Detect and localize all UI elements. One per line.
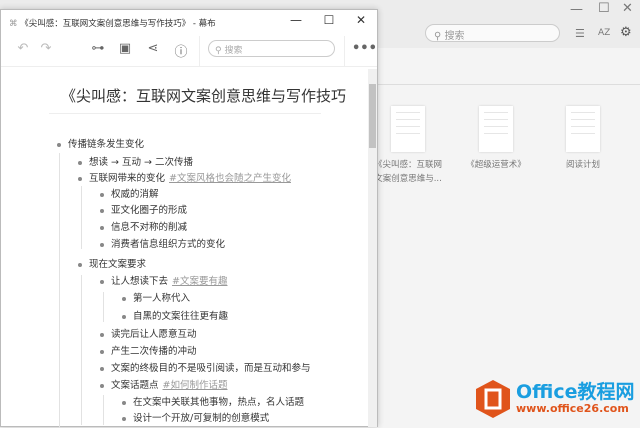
- outline-item-text: 文案话题点: [111, 380, 159, 391]
- document-thumbnail[interactable]: [391, 106, 425, 152]
- outline-item[interactable]: 读完后让人愿意互动: [100, 328, 197, 342]
- outline-item-text: 现在文案要求: [89, 259, 147, 270]
- bullet-icon[interactable]: [57, 142, 61, 147]
- search-input[interactable]: ⚲ 搜索: [208, 40, 335, 57]
- outline-item[interactable]: 文案话题点 #如何制作话题: [100, 379, 227, 393]
- outline-item-text: 第一人称代入: [133, 293, 191, 304]
- outline-item[interactable]: 文案的终极目的不是吸引阅读，而是互动和参与: [100, 362, 311, 376]
- outline-item[interactable]: 现在文案要求: [78, 258, 146, 272]
- outline-item-text: 传播链条发生变化: [68, 139, 145, 150]
- outline-item-text: 让人想读下去: [111, 276, 169, 287]
- bg-maximize-button[interactable]: ☐: [598, 1, 610, 16]
- gear-icon[interactable]: ⚙: [620, 25, 632, 40]
- undo-icon[interactable]: ↶: [14, 41, 32, 56]
- sort-az-button[interactable]: AZ: [598, 28, 610, 38]
- bullet-icon[interactable]: [100, 208, 104, 213]
- present-icon[interactable]: ▣: [116, 41, 134, 56]
- editor-window: ⌘ 《尖叫感：互联网文案创意思维与写作技巧》 - 幕布 — ☐ ✕ ↶ ↷ ⊶ …: [0, 9, 378, 428]
- bullet-icon[interactable]: [78, 262, 82, 267]
- outline-item[interactable]: 亚文化圈子的形成: [100, 204, 187, 218]
- bg-minimize-button[interactable]: —: [570, 2, 583, 17]
- outline-item[interactable]: 想读 → 互动 → 二次传播: [78, 156, 193, 170]
- bullet-icon[interactable]: [100, 225, 104, 230]
- minimize-button[interactable]: —: [286, 13, 306, 27]
- outline-item-text: 消费者信息组织方式的变化: [111, 239, 226, 250]
- bullet-icon[interactable]: [100, 192, 104, 197]
- watermark-logo: Office教程网 www.office26.com: [474, 377, 640, 421]
- share-icon[interactable]: ⋖: [144, 41, 162, 56]
- document-label[interactable]: 《尖叫感：互联网 文案创意思维与...: [368, 158, 448, 186]
- bullet-icon[interactable]: [100, 366, 104, 371]
- bullet-icon[interactable]: [122, 400, 126, 405]
- indent-guide: [103, 292, 104, 322]
- outline-item-text: 在文案中关联其他事物，热点，名人话题: [133, 397, 305, 408]
- outline-item[interactable]: 在文案中关联其他事物，热点，名人话题: [122, 396, 304, 410]
- search-icon: ⚲: [434, 31, 445, 42]
- outline-item-text: 产生二次传播的冲动: [111, 346, 197, 357]
- divider: [49, 113, 321, 114]
- bullet-icon[interactable]: [100, 383, 104, 388]
- divider: [378, 84, 640, 85]
- scrollbar-thumb[interactable]: [369, 84, 376, 148]
- outline-item[interactable]: 设计一个开放/可复制的创意模式: [122, 412, 269, 426]
- outline-item-text: 亚文化圈子的形成: [111, 205, 188, 216]
- app-icon: ⌘: [9, 19, 21, 29]
- bullet-icon[interactable]: [122, 314, 126, 319]
- outline-item[interactable]: 消费者信息组织方式的变化: [100, 238, 225, 252]
- help-icon[interactable]: ⓘ: [172, 41, 190, 60]
- tag-link[interactable]: #文案要有趣: [172, 276, 227, 287]
- outline-item[interactable]: 权威的消解: [100, 188, 159, 202]
- outline-item[interactable]: 自黑的文案往往更有趣: [122, 310, 228, 324]
- outline-item-text: 想读 → 互动 → 二次传播: [89, 157, 193, 168]
- window-title: 《尖叫感：互联网文案创意思维与写作技巧》 - 幕布: [20, 19, 216, 29]
- outline-item-text: 信息不对称的削减: [111, 222, 188, 233]
- outline-item-text: 设计一个开放/可复制的创意模式: [133, 413, 270, 424]
- bg-search-input[interactable]: ⚲ 搜索: [425, 24, 560, 42]
- indent-guide: [81, 186, 82, 249]
- outline-item[interactable]: 信息不对称的削减: [100, 221, 187, 235]
- divider: [344, 36, 345, 67]
- toolbar: ↶ ↷ ⊶ ▣ ⋖ ⓘ ⚲ 搜索 •••: [1, 36, 377, 67]
- tag-link[interactable]: #如何制作话题: [163, 380, 228, 391]
- bullet-icon[interactable]: [100, 242, 104, 247]
- close-button[interactable]: ✕: [351, 13, 371, 27]
- outline-item-text: 自黑的文案往往更有趣: [133, 311, 229, 322]
- outline-item[interactable]: 第一人称代入: [122, 292, 190, 306]
- bullet-icon[interactable]: [78, 176, 82, 181]
- bullet-icon[interactable]: [78, 160, 82, 165]
- outline-item[interactable]: 传播链条发生变化: [57, 138, 144, 152]
- bullet-icon[interactable]: [100, 349, 104, 354]
- redo-icon[interactable]: ↷: [37, 41, 55, 56]
- indent-guide: [81, 275, 82, 425]
- outline-item[interactable]: 互联网带来的变化 #文案风格也会随之产生变化: [78, 172, 291, 186]
- bullet-icon[interactable]: [100, 332, 104, 337]
- list-view-icon[interactable]: ☰: [575, 27, 585, 40]
- document-thumbnail[interactable]: [566, 106, 600, 152]
- indent-guide: [103, 395, 104, 425]
- outline-item-text: 读完后让人愿意互动: [111, 329, 197, 340]
- bullet-icon[interactable]: [122, 296, 126, 301]
- document-label[interactable]: 阅读计划: [543, 158, 623, 172]
- outline-item[interactable]: 产生二次传播的冲动: [100, 345, 197, 359]
- document-label[interactable]: 《超级运营术》: [456, 158, 536, 172]
- divider: [199, 36, 200, 67]
- office-logo-icon: [476, 380, 510, 418]
- bg-close-button[interactable]: ✕: [622, 1, 633, 16]
- bullet-icon[interactable]: [100, 279, 104, 284]
- outline-item-text: 权威的消解: [111, 189, 159, 200]
- mindmap-icon[interactable]: ⊶: [89, 41, 107, 56]
- outline-item[interactable]: 让人想读下去 #文案要有趣: [100, 275, 227, 289]
- outline-item-text: 文案的终极目的不是吸引阅读，而是互动和参与: [111, 363, 311, 374]
- document-title[interactable]: 《尖叫感：互联网文案创意思维与写作技巧: [61, 85, 346, 106]
- outline-item-text: 互联网带来的变化: [89, 173, 166, 184]
- more-icon[interactable]: •••: [352, 41, 377, 56]
- document-thumbnail[interactable]: [479, 106, 513, 152]
- bullet-icon[interactable]: [122, 416, 126, 421]
- maximize-button[interactable]: ☐: [319, 13, 339, 27]
- indent-guide: [59, 153, 60, 428]
- tag-link[interactable]: #文案风格也会随之产生变化: [169, 173, 291, 184]
